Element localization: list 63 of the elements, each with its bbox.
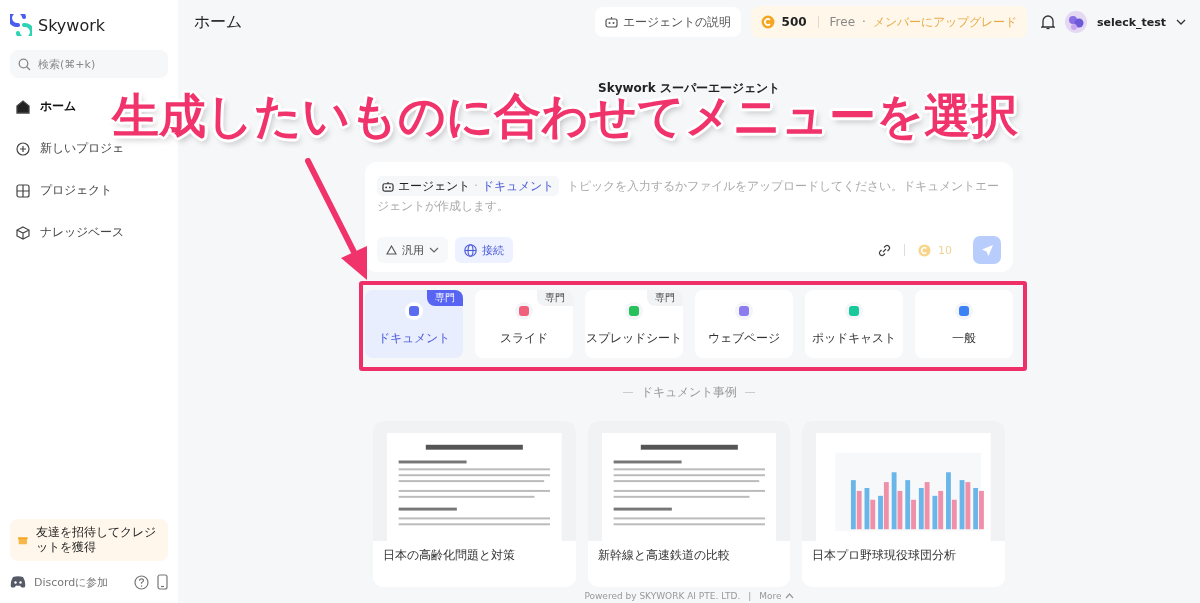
page-title: ホーム [194, 11, 242, 33]
agent-help-button[interactable]: エージェントの説明 [594, 7, 741, 37]
example-card[interactable]: 日本の高齢化問題と対策 [373, 421, 576, 587]
mode-icon [629, 305, 639, 316]
chevron-down-icon[interactable] [1176, 19, 1186, 25]
mode-card[interactable]: 専門 スプレッドシート [585, 290, 683, 358]
search-field[interactable]: 検索(⌘+k) [10, 50, 168, 78]
home-icon [16, 99, 30, 114]
send-icon [980, 243, 994, 257]
footer-separator: | [748, 591, 752, 601]
logo-text: Skywork [38, 15, 106, 35]
grid-icon [16, 183, 30, 198]
mode-card[interactable]: 一般 [915, 290, 1013, 358]
avatar-icon[interactable] [1064, 11, 1087, 33]
example-card[interactable]: 新幹線と高速鉄道の比較 [587, 421, 791, 587]
credits-pill[interactable]: 500 Free · メンバーにアップグレード [750, 6, 1027, 38]
globe-icon [464, 243, 477, 257]
invite-card[interactable]: 友達を招待してクレジットを獲得 [10, 519, 168, 561]
logo-icon [10, 14, 32, 36]
example-card[interactable]: 日本プロ野球現役球団分析 [802, 421, 1005, 587]
mode-icon [739, 305, 749, 316]
sidebar-item[interactable]: ナレッジベース [10, 218, 130, 247]
pro-badge: 専門 [537, 290, 573, 306]
plus-circle-icon [16, 141, 30, 156]
discord-link[interactable]: Discordに参加 [34, 574, 109, 590]
section-heading: ドキュメント事例 [641, 384, 737, 401]
help-icon[interactable] [134, 574, 149, 590]
link-icon[interactable] [878, 243, 891, 257]
notification-bell-icon[interactable] [1040, 14, 1055, 30]
username[interactable]: seleck_test [1096, 15, 1166, 29]
model-dropdown[interactable]: 汎用 [377, 237, 448, 263]
discord-icon [10, 576, 26, 588]
mode-card[interactable]: ポッドキャスト [805, 290, 903, 358]
plan-separator: · [862, 15, 866, 29]
mode-card[interactable]: 専門 スライド [475, 290, 573, 358]
plan-label: Free [829, 15, 856, 29]
sidebar-item[interactable]: ホーム [10, 92, 82, 121]
prompt-field[interactable]: エージェント · ドキュメント トピックを入力するかファイルをアップロードしてください。ドキュメントエージェントが作成します。 汎用 接続 10 [365, 162, 1013, 272]
hero-title: Skywork スーパーエージェント [598, 80, 780, 96]
coin-icon [918, 243, 931, 257]
mode-icon [959, 305, 969, 316]
cube-icon [16, 225, 30, 240]
chevron-down-icon [429, 247, 439, 253]
mode-icon [409, 305, 419, 316]
copyright-text: Powered by SKYWORK AI PTE. LTD. [584, 591, 741, 601]
sidebar-item[interactable]: プロジェクト [10, 176, 118, 205]
triangle-icon [386, 245, 397, 255]
robot-icon [604, 16, 618, 28]
chevron-up-icon [784, 593, 794, 599]
robot-icon [382, 180, 394, 192]
credit-count: 500 [781, 15, 807, 29]
coin-icon [760, 15, 775, 29]
mode-card[interactable]: ウェブページ [695, 290, 793, 358]
mode-icon [849, 305, 859, 316]
mode-icon [519, 305, 529, 316]
connect-button[interactable]: 接続 [455, 237, 513, 263]
mode-card[interactable]: 専門 ドキュメント [365, 290, 463, 358]
phone-icon[interactable] [157, 574, 168, 590]
pro-badge: 専門 [647, 290, 683, 306]
invite-text: 友達を招待してクレジットを獲得 [35, 525, 157, 555]
cost-label: 10 [938, 243, 952, 257]
pro-badge: 専門 [427, 290, 463, 306]
agent-chip[interactable]: エージェント · ドキュメント [377, 176, 559, 196]
